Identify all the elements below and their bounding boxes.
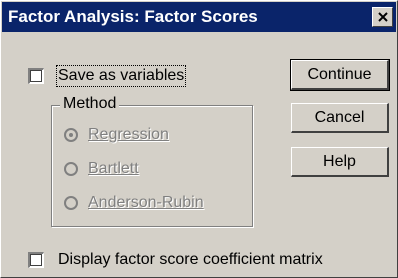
- continue-button[interactable]: Continue: [290, 59, 390, 91]
- radio-bartlett-row[interactable]: Bartlett: [64, 160, 139, 178]
- radio-selected-dot: [69, 133, 73, 137]
- close-button[interactable]: [372, 7, 393, 27]
- display-coefficient-matrix-checkbox[interactable]: [28, 252, 44, 268]
- radio-anderson-rubin-row[interactable]: Anderson-Rubin: [64, 194, 204, 212]
- method-groupbox: Method Regression Bartlett Anderson-Rubi…: [51, 95, 253, 227]
- radio-bartlett[interactable]: [64, 162, 78, 176]
- close-icon: [378, 12, 388, 22]
- display-coefficient-matrix-row[interactable]: Display factor score coefficient matrix: [28, 251, 323, 269]
- dialog-title: Factor Analysis: Factor Scores: [8, 7, 258, 26]
- radio-anderson-rubin-label: Anderson-Rubin: [88, 194, 204, 211]
- radio-regression-row[interactable]: Regression: [64, 126, 169, 144]
- save-as-variables-checkbox[interactable]: [28, 68, 44, 84]
- title-bar[interactable]: Factor Analysis: Factor Scores: [2, 2, 396, 32]
- save-as-variables-label: Save as variables: [55, 65, 187, 87]
- help-button[interactable]: Help: [291, 147, 389, 177]
- radio-anderson-rubin[interactable]: [64, 196, 78, 210]
- radio-regression[interactable]: [64, 128, 78, 142]
- radio-bartlett-label: Bartlett: [88, 160, 139, 177]
- display-coefficient-matrix-label: Display factor score coefficient matrix: [58, 251, 323, 268]
- radio-regression-label: Regression: [88, 126, 169, 143]
- cancel-button[interactable]: Cancel: [291, 103, 389, 133]
- method-group-label: Method: [60, 95, 120, 113]
- save-as-variables-row[interactable]: Save as variables: [28, 65, 187, 87]
- factor-scores-dialog: Factor Analysis: Factor Scores Save as v…: [0, 0, 398, 278]
